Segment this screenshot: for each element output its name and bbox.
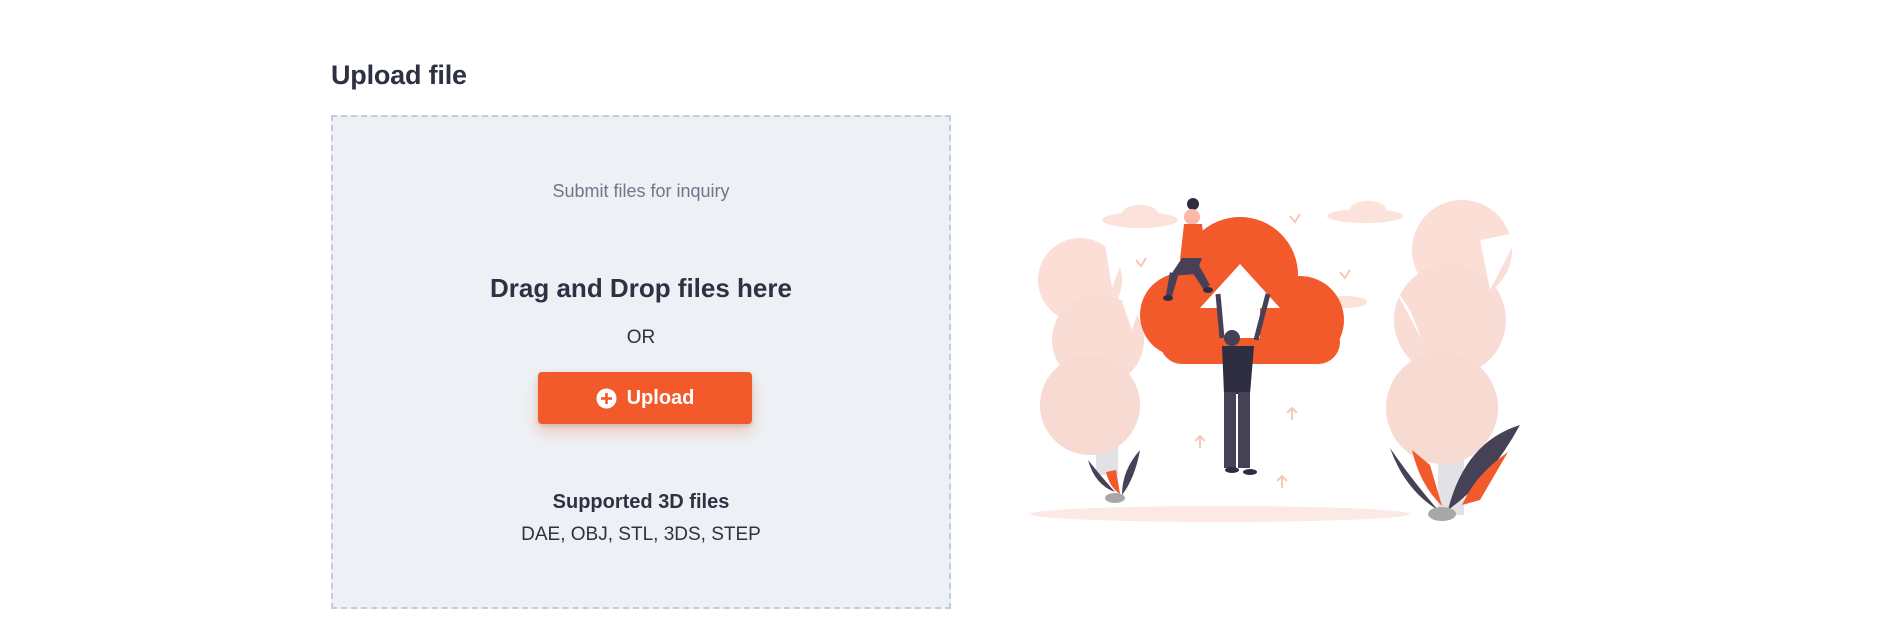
ground-shadow xyxy=(1030,506,1410,522)
cloud-upload-illustration xyxy=(1030,198,1520,522)
small-cloud-left xyxy=(1102,205,1178,228)
drag-drop-heading: Drag and Drop files here xyxy=(490,273,792,303)
upload-button-label: Upload xyxy=(626,386,695,409)
supported-files-list: DAE, OBJ, STL, 3DS, STEP xyxy=(521,524,761,545)
supported-files-heading: Supported 3D files xyxy=(552,491,730,513)
upload-button[interactable]: Upload xyxy=(538,372,752,424)
upload-page: Upload file Submit files for inquiry Dra… xyxy=(0,0,1881,618)
small-cloud-right xyxy=(1327,201,1403,223)
page-title: Upload file xyxy=(331,60,467,90)
left-tree xyxy=(1038,238,1145,503)
plus-circle-icon xyxy=(596,388,617,409)
dropzone-subtitle: Submit files for inquiry xyxy=(552,181,730,201)
file-dropzone[interactable]: Submit files for inquiry Drag and Drop f… xyxy=(331,115,951,609)
right-tree xyxy=(1386,200,1520,521)
or-separator: OR xyxy=(626,327,656,348)
